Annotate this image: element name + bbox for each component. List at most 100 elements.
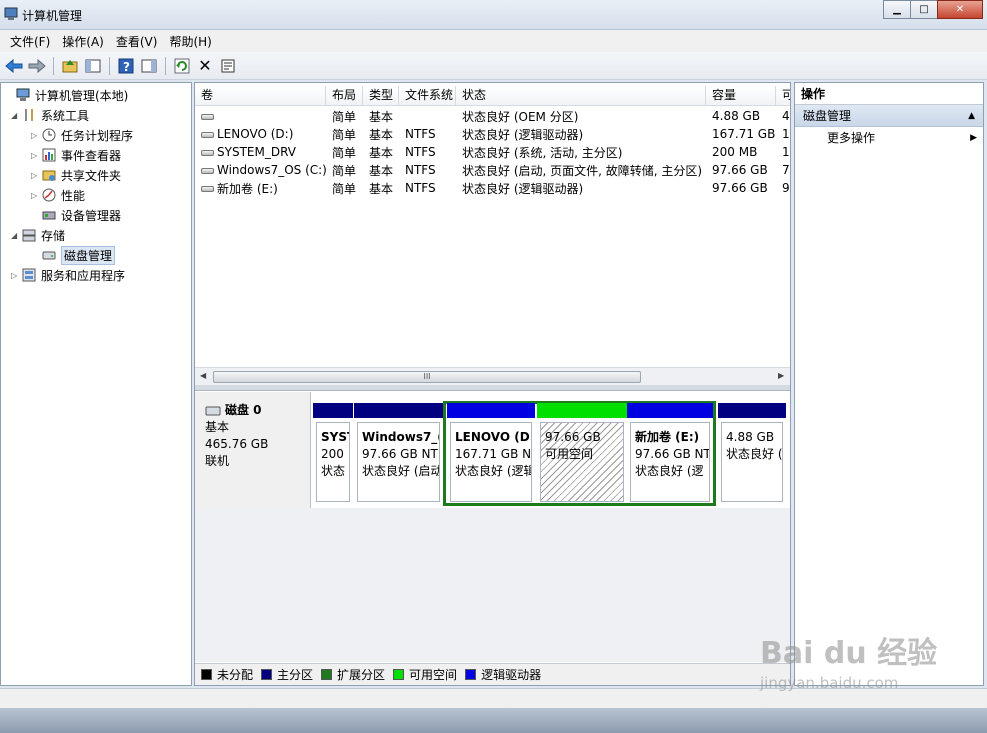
performance-icon [41,187,57,203]
table-row[interactable]: 简单 基本 状态良好 (OEM 分区) 4.88 GB 4 [195,107,790,125]
disk-view-empty-area [195,508,790,662]
actions-section-disk-management[interactable]: 磁盘管理 ▲ [795,105,983,127]
help-button[interactable]: ? [116,56,136,76]
tree-item-computer-management[interactable]: 计算机管理(本地) [5,86,128,104]
tree-item-shared-folders[interactable]: ▷ 共享文件夹 [31,166,121,184]
table-row[interactable]: Windows7_OS (C:) 简单 基本 NTFS 状态良好 (启动, 页面… [195,161,790,179]
tree-item-task-scheduler[interactable]: ▷ 任务计划程序 [31,126,133,144]
legend-swatch [465,669,477,680]
partition-status: 状态良好 (启动 [362,464,440,478]
tree-item-system-tools[interactable]: ◢ 系统工具 [11,106,89,124]
table-row[interactable]: 新加卷 (E:) 简单 基本 NTFS 状态良好 (逻辑驱动器) 97.66 G… [195,179,790,197]
horizontal-scrollbar[interactable]: ◀ III ▶ [195,367,790,385]
partition-name: Windows7_( [362,430,440,444]
disk-graphical-view: 磁盘 0 基本 465.76 GB 联机 SYST 200 状态 Windows… [195,392,790,662]
partition-system-drv[interactable]: SYST 200 状态 [313,403,353,505]
tree-item-services-applications[interactable]: ▷ 服务和应用程序 [11,266,125,284]
refresh-icon [174,58,190,73]
volume-type: 基本 [369,145,394,160]
close-button[interactable]: ✕ [937,0,983,19]
menu-file[interactable]: 文件(F) [4,31,56,52]
legend-label: 扩展分区 [337,668,386,682]
partition-windows7-os[interactable]: Windows7_( 97.66 GB NT 状态良好 (启动 [354,403,443,505]
scroll-right-icon[interactable]: ▶ [778,371,784,380]
partition-free-space[interactable]: 97.66 GB 可用空间 [537,403,627,505]
tree-item-label: 共享文件夹 [61,168,122,183]
legend-label: 逻辑驱动器 [481,668,542,682]
tree-item-performance[interactable]: ▷ 性能 [31,186,85,204]
help-icon: ? [118,58,134,74]
menu-bar: 文件(F) 操作(A) 查看(V) 帮助(H) [0,30,987,52]
back-button[interactable] [4,56,24,76]
collapsed-arrow-icon[interactable]: ▷ [31,151,41,160]
volume-status: 状态良好 (OEM 分区) [462,109,579,124]
column-header-capacity[interactable]: 容量 [706,86,776,106]
show-hide-tree-button[interactable] [83,56,103,76]
show-action-pane-button[interactable] [139,56,159,76]
forward-button[interactable] [27,56,47,76]
volume-layout: 简单 [332,127,357,142]
table-row[interactable]: SYSTEM_DRV 简单 基本 NTFS 状态良好 (系统, 活动, 主分区)… [195,143,790,161]
column-header-volume[interactable]: 卷 [195,86,326,106]
volume-capacity: 167.71 GB [712,127,776,141]
expanded-arrow-icon[interactable]: ◢ [11,231,21,240]
menu-action[interactable]: 操作(A) [56,31,110,52]
scroll-left-icon[interactable]: ◀ [200,371,206,380]
partition-name: SYST [321,430,349,444]
partition-size: 4.88 GB [726,430,775,444]
volume-status: 状态良好 (逻辑驱动器) [462,181,584,196]
menu-view[interactable]: 查看(V) [110,31,164,52]
volume-name: 新加卷 (E:) [217,181,278,196]
tree-item-storage[interactable]: ◢ 存储 [11,226,65,244]
window-title: 计算机管理 [22,9,83,23]
column-header-layout[interactable]: 布局 [326,86,363,106]
partition-lenovo-d[interactable]: LENOVO (D 167.71 GB N 状态良好 (逻辑 [447,403,535,505]
services-icon [21,267,37,283]
volume-layout: 简单 [332,181,357,196]
expanded-arrow-icon[interactable]: ◢ [11,111,21,120]
column-header-type[interactable]: 类型 [363,86,399,106]
collapsed-arrow-icon[interactable]: ▷ [31,171,41,180]
collapsed-arrow-icon[interactable]: ▷ [31,131,41,140]
partition-oem[interactable]: 4.88 GB 状态良好 ( [718,403,786,505]
table-row[interactable]: LENOVO (D:) 简单 基本 NTFS 状态良好 (逻辑驱动器) 167.… [195,125,790,143]
refresh-button[interactable] [172,56,192,76]
maximize-button[interactable]: □ [910,0,938,19]
minimize-button[interactable]: ▁ [883,0,911,19]
menu-help[interactable]: 帮助(H) [163,31,217,52]
toolbar: ? ✕ [0,52,987,80]
column-header-filesystem[interactable]: 文件系统 [399,86,456,106]
column-header-status[interactable]: 状态 [456,86,706,106]
volume-drive-icon [201,186,214,192]
more-actions-item[interactable]: 更多操作 ▶ [795,127,983,149]
volume-filesystem: NTFS [405,181,436,195]
collapsed-arrow-icon[interactable]: ▷ [11,271,21,280]
legend-item: 主分区 [261,666,313,683]
properties-button[interactable] [218,56,238,76]
partition-status: 状态 [321,464,346,478]
collapse-up-icon[interactable]: ▲ [968,105,975,127]
status-bar [0,688,987,708]
tree-item-device-manager[interactable]: 设备管理器 [31,206,121,224]
scrollbar-thumb[interactable]: III [213,371,641,383]
volume-status: 状态良好 (启动, 页面文件, 故障转储, 主分区) [462,163,703,178]
partition-new-volume-e[interactable]: 新加卷 (E:) 97.66 GB NT 状态良好 (逻 [627,403,713,505]
delete-button[interactable]: ✕ [195,56,215,76]
collapsed-arrow-icon[interactable]: ▷ [31,191,41,200]
disk-icon [205,406,221,415]
partition-color-bar [537,403,627,418]
column-header-free-space[interactable]: 可 [776,86,790,106]
minimize-icon: ▁ [893,4,901,15]
tree-item-disk-management[interactable]: 磁盘管理 [31,245,116,265]
partition-status: 状态良好 (逻辑 [455,464,532,478]
disk-0-label[interactable]: 磁盘 0 基本 465.76 GB 联机 [195,392,311,508]
action-pane-icon [141,59,157,72]
partition-size: 167.71 GB N [455,447,532,461]
legend-swatch [261,669,273,680]
disk-management-icon [41,247,57,263]
pane-splitter[interactable] [195,385,790,391]
legend-label: 可用空间 [409,668,458,682]
close-icon: ✕ [955,4,965,15]
up-level-button[interactable] [60,56,80,76]
tree-item-event-viewer[interactable]: ▷ 事件查看器 [31,146,121,164]
